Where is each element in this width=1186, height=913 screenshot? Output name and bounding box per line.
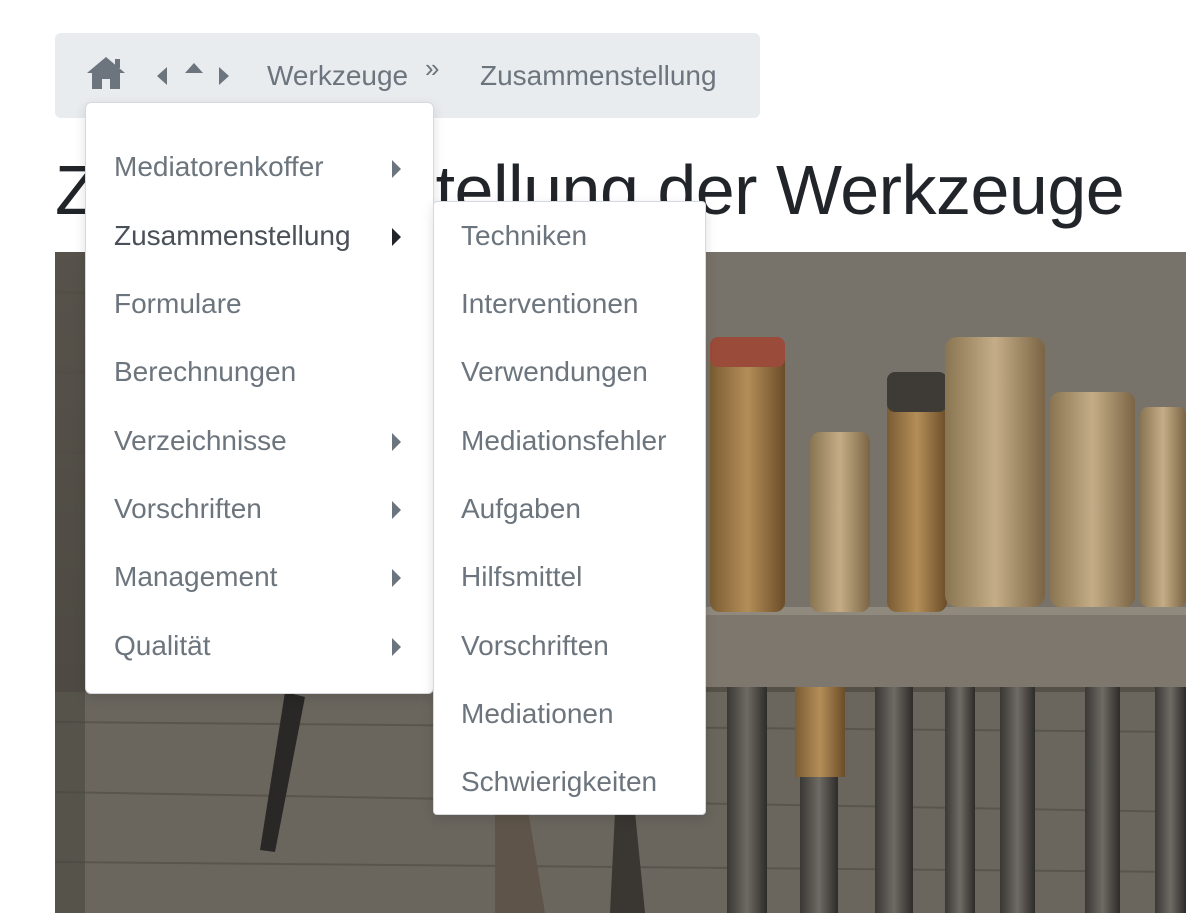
submenu-item-hilfsmittel[interactable]: Hilfsmittel [461,561,582,593]
menu-item-mediatorenkoffer[interactable]: Mediatorenkoffer [114,151,324,183]
submenu-item-techniken[interactable]: Techniken [461,220,587,252]
submenu-item-mediationsfehler[interactable]: Mediationsfehler [461,425,666,457]
menu-item-vorschriften[interactable]: Vorschriften [114,493,262,525]
menu-item-berechnungen[interactable]: Berechnungen [114,356,296,388]
submenu-item-schwierigkeiten[interactable]: Schwierigkeiten [461,766,657,798]
caret-up-icon[interactable] [183,61,205,75]
caret-right-icon [392,638,401,656]
submenu-item-verwendungen[interactable]: Verwendungen [461,356,648,388]
menu-item-qualitaet[interactable]: Qualität [114,630,211,662]
caret-right-icon [392,228,401,246]
menu-item-management[interactable]: Management [114,561,277,593]
caret-right-icon[interactable] [217,65,231,87]
menu-item-zusammenstellung[interactable]: Zusammenstellung [114,220,351,252]
submenu-item-mediationen[interactable]: Mediationen [461,698,614,730]
caret-right-icon [392,501,401,519]
submenu-item-vorschriften[interactable]: Vorschriften [461,630,609,662]
submenu-item-aufgaben[interactable]: Aufgaben [461,493,581,525]
caret-right-icon [392,569,401,587]
submenu-item-interventionen[interactable]: Interventionen [461,288,638,320]
caret-left-icon[interactable] [155,65,169,87]
menu-item-formulare[interactable]: Formulare [114,288,242,320]
breadcrumb-item-zusammenstellung[interactable]: Zusammenstellung [480,60,717,92]
breadcrumb-item-werkzeuge[interactable]: Werkzeuge [267,60,408,92]
caret-right-icon [392,433,401,451]
dropdown-submenu-zusammenstellung: Techniken Interventionen Verwendungen Me… [433,201,706,815]
menu-item-verzeichnisse[interactable]: Verzeichnisse [114,425,287,457]
caret-right-icon [392,160,401,178]
dropdown-menu-main: Mediatorenkoffer Zusammenstellung Formul… [85,102,434,694]
home-icon[interactable] [85,55,127,91]
breadcrumb-separator: » [425,53,440,83]
